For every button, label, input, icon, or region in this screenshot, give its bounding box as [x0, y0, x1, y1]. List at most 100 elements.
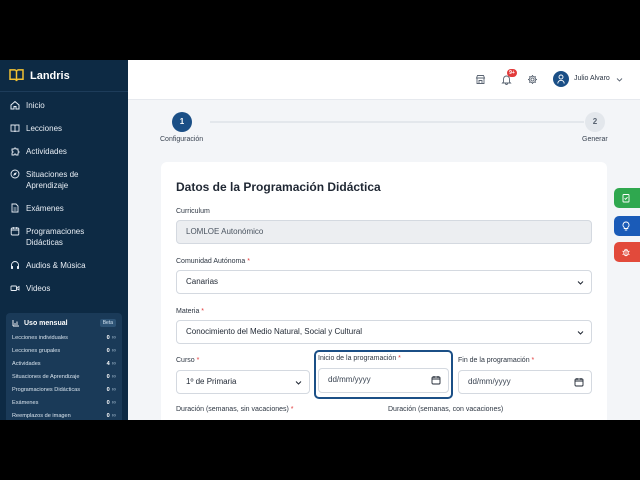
sidebar-item-programaciones[interactable]: Programaciones Didácticas — [0, 226, 128, 260]
usage-row-limit: ∞ — [111, 373, 116, 380]
bug-icon — [622, 248, 630, 257]
materia-select[interactable]: Conocimiento del Medio Natural, Social y… — [176, 320, 592, 344]
sidebar-item-situaciones[interactable]: Situaciones de Aprendizaje — [0, 169, 128, 203]
calendar-icon[interactable] — [574, 377, 584, 387]
materia-select-value: Conocimiento del Medio Natural, Social y… — [186, 327, 363, 336]
comunidad-select-value: Canarias — [186, 277, 219, 286]
sidebar-item-inicio[interactable]: Inicio — [0, 100, 128, 123]
step-2-circle[interactable]: 2 — [585, 112, 605, 132]
inicio-date-input[interactable]: dd/mm/yyyy — [318, 368, 449, 393]
inicio-label: Inicio de la programación * — [318, 355, 401, 362]
sidebar-item-label: Lecciones — [26, 124, 63, 133]
usage-row-value: 0 — [106, 412, 110, 419]
usage-header: Uso mensual Beta — [12, 319, 116, 327]
home-icon — [10, 100, 20, 110]
sidebar-item-label: Exámenes — [26, 204, 64, 213]
user-name[interactable]: Julio Alvaro — [574, 75, 610, 82]
required-mark: * — [531, 357, 535, 364]
usage-row: Lecciones individuales 0 ∞ — [12, 331, 116, 344]
usage-row-value: 0 — [106, 399, 110, 406]
usage-row: Reemplazos de imagen 0 ∞ — [12, 409, 116, 420]
clipboard-tab[interactable] — [614, 188, 640, 208]
chevron-down-icon — [295, 381, 302, 385]
sidebar-item-audios[interactable]: Audios & Música — [0, 260, 128, 283]
sidebar-item-lecciones[interactable]: Lecciones — [0, 123, 128, 146]
idea-tab[interactable] — [614, 216, 640, 236]
chevron-down-icon — [577, 281, 584, 285]
notification-badge: 9+ — [507, 69, 517, 77]
bar-chart-icon — [12, 320, 19, 327]
required-mark: * — [247, 258, 250, 265]
sidebar-item-examenes[interactable]: Exámenes — [0, 203, 128, 226]
sidebar: Landris Inicio Lecciones Actividades Sit… — [0, 60, 128, 420]
book-icon — [10, 124, 20, 133]
compass-icon — [10, 169, 20, 179]
usage-row: Situaciones de Aprendizaje 0 ∞ — [12, 370, 116, 383]
sidebar-item-videos[interactable]: Videos — [0, 283, 128, 306]
usage-row-limit: ∞ — [111, 334, 116, 341]
brand[interactable]: Landris — [0, 60, 128, 92]
usage-title: Uso mensual — [24, 319, 68, 327]
sidebar-item-actividades[interactable]: Actividades — [0, 146, 128, 169]
video-icon — [10, 285, 20, 291]
usage-row: Actividades 4 ∞ — [12, 357, 116, 370]
open-book-icon — [9, 69, 24, 82]
step-1-label: Configuración — [160, 136, 204, 143]
comunidad-label: Comunidad Autónoma * — [176, 258, 250, 265]
sidebar-nav: Inicio Lecciones Actividades Situaciones… — [0, 92, 128, 306]
usage-row-label: Programaciones Didácticas — [12, 386, 81, 393]
step-2-label: Generar — [582, 136, 608, 143]
usage-row-label: Exámenes — [12, 399, 39, 406]
step-1-circle[interactable]: 1 — [172, 112, 192, 132]
bug-report-tab[interactable] — [614, 242, 640, 262]
chevron-down-icon[interactable] — [616, 76, 623, 83]
usage-row-label: Reemplazos de imagen — [12, 412, 71, 419]
usage-row: Lecciones grupales 0 ∞ — [12, 344, 116, 357]
usage-row-value: 0 — [106, 347, 110, 354]
usage-row: Exámenes 0 ∞ — [12, 396, 116, 409]
sidebar-item-label: Situaciones de Aprendizaje — [26, 170, 79, 190]
stepper: 1 2 Configuración Generar — [128, 100, 640, 160]
inicio-label-text: Inicio de la programación — [318, 355, 397, 362]
usage-row: Programaciones Didácticas 0 ∞ — [12, 383, 116, 396]
materia-label-text: Materia — [176, 308, 200, 315]
usage-row-limit: ∞ — [111, 386, 116, 393]
sidebar-item-label: Actividades — [26, 147, 67, 156]
chevron-down-icon — [577, 331, 584, 335]
comunidad-select[interactable]: Canarias — [176, 270, 592, 294]
curriculum-label: Curriculum — [176, 208, 210, 215]
usage-row-limit: ∞ — [111, 399, 116, 406]
form-title: Datos de la Programación Didáctica — [176, 180, 381, 194]
duracion-con-label: Duración (semanas, con vacaciones) — [388, 406, 503, 413]
usage-row-limit: ∞ — [111, 412, 116, 419]
curso-label-text: Curso — [176, 357, 195, 364]
fin-date-input[interactable]: dd/mm/yyyy — [458, 370, 592, 394]
inicio-date-placeholder: dd/mm/yyyy — [328, 375, 371, 384]
usage-row-limit: ∞ — [111, 360, 116, 367]
required-mark: * — [196, 357, 200, 364]
calendar-icon[interactable] — [431, 375, 441, 385]
gear-icon[interactable] — [527, 74, 538, 85]
usage-row-value: 0 — [106, 334, 110, 341]
usage-row-label: Situaciones de Aprendizaje — [12, 373, 80, 380]
curso-select[interactable]: 1º de Primaria — [176, 370, 310, 394]
curso-label: Curso * — [176, 357, 199, 364]
user-icon — [557, 74, 565, 84]
store-icon[interactable] — [475, 74, 486, 85]
lightbulb-icon — [622, 221, 630, 231]
brand-name: Landris — [30, 69, 70, 82]
usage-row-value: 0 — [106, 373, 110, 380]
comunidad-label-text: Comunidad Autónoma — [176, 258, 246, 265]
usage-panel: Uso mensual Beta Lecciones individuales 0… — [6, 313, 122, 420]
sidebar-item-label: Audios & Música — [26, 261, 86, 270]
required-mark: * — [201, 308, 205, 315]
calendar-icon — [10, 227, 20, 236]
usage-row-label: Lecciones individuales — [12, 334, 68, 341]
duracion-sin-label-text: Duración (semanas, sin vacaciones) — [176, 406, 289, 413]
avatar[interactable] — [553, 71, 569, 87]
stepper-line — [210, 121, 584, 123]
usage-row-value: 4 — [106, 360, 110, 367]
puzzle-icon — [11, 147, 20, 156]
app-frame: Landris Inicio Lecciones Actividades Sit… — [0, 60, 640, 420]
inicio-focus-group: Inicio de la programación * dd/mm/yyyy — [314, 350, 453, 399]
